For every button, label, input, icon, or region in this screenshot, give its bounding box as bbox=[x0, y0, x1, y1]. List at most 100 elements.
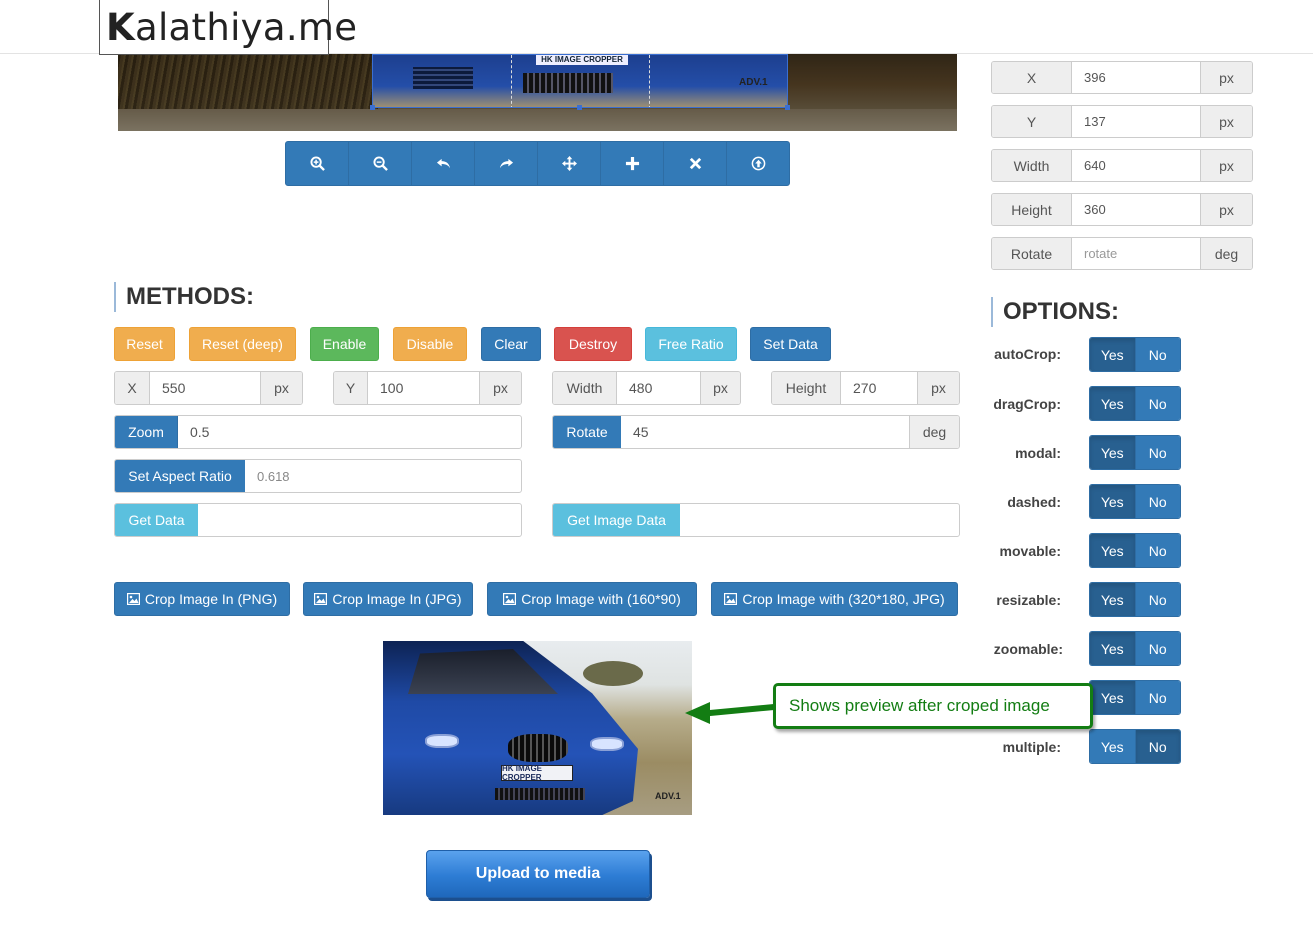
set-height-field[interactable]: 270 bbox=[841, 372, 917, 404]
reset-deep-button[interactable]: Reset (deep) bbox=[189, 327, 296, 361]
destroy-button[interactable]: Destroy bbox=[554, 327, 632, 361]
upload-button[interactable] bbox=[727, 142, 789, 185]
zoom-out-button[interactable] bbox=[349, 142, 412, 185]
options-heading: OPTIONS: bbox=[991, 297, 1119, 327]
movable-no[interactable]: No bbox=[1135, 534, 1180, 567]
plus-icon bbox=[625, 156, 639, 171]
hidden-option-yes[interactable]: Yes bbox=[1090, 681, 1136, 714]
crop-handle-s[interactable] bbox=[577, 105, 582, 110]
option-label-zoomable: zoomable: bbox=[993, 641, 1063, 657]
dragcrop-yes[interactable]: Yes bbox=[1090, 387, 1136, 420]
crop-handle-se[interactable] bbox=[785, 105, 790, 110]
data-x-label: X bbox=[992, 62, 1072, 93]
hidden-option-no[interactable]: No bbox=[1135, 681, 1180, 714]
crop-guide-line bbox=[511, 55, 512, 107]
toggle-movable: Yes No bbox=[1089, 533, 1181, 568]
resizable-yes[interactable]: Yes bbox=[1090, 583, 1136, 616]
data-width-unit: px bbox=[1200, 150, 1252, 181]
enable-button[interactable]: Enable bbox=[310, 327, 379, 361]
image-icon bbox=[126, 593, 140, 605]
get-image-data-button[interactable]: Get Image Data bbox=[553, 504, 680, 536]
crop-160-button[interactable]: Crop Image with (160*90) bbox=[487, 582, 697, 616]
resizable-no[interactable]: No bbox=[1135, 583, 1180, 616]
move-button[interactable] bbox=[538, 142, 601, 185]
crop-png-button[interactable]: Crop Image In (PNG) bbox=[114, 582, 290, 616]
get-data-button[interactable]: Get Data bbox=[115, 504, 198, 536]
set-aspect-ratio-button[interactable]: Set Aspect Ratio bbox=[115, 460, 245, 492]
site-logo[interactable]: Kalathiya.me bbox=[99, 0, 357, 55]
zoomable-no[interactable]: No bbox=[1135, 632, 1180, 665]
crop-handle-sw[interactable] bbox=[370, 105, 375, 110]
option-label-autocrop: autoCrop: bbox=[994, 346, 1061, 362]
set-y-group: Y 100 px bbox=[333, 371, 522, 405]
car-grille bbox=[523, 73, 613, 93]
zoomable-yes[interactable]: Yes bbox=[1090, 632, 1136, 665]
multiple-no[interactable]: No bbox=[1135, 730, 1180, 763]
preview-headlight bbox=[425, 734, 459, 748]
data-rotate-group: Rotate rotate deg bbox=[991, 237, 1253, 270]
clear-method-button[interactable]: Clear bbox=[481, 327, 541, 361]
option-label-movable: movable: bbox=[999, 543, 1061, 559]
modal-yes[interactable]: Yes bbox=[1090, 436, 1136, 469]
set-data-button[interactable]: Set Data bbox=[750, 327, 831, 361]
toggle-multiple: Yes No bbox=[1089, 729, 1181, 764]
crop-plus-button[interactable] bbox=[601, 142, 664, 185]
dragcrop-no[interactable]: No bbox=[1135, 387, 1180, 420]
data-y-group: Y 137 px bbox=[991, 105, 1253, 138]
cropper-canvas[interactable]: HK IMAGE CROPPER ADV.1 bbox=[118, 54, 957, 131]
crop-box[interactable]: HK IMAGE CROPPER ADV.1 bbox=[372, 54, 788, 108]
data-width-field[interactable]: 640 bbox=[1072, 150, 1200, 181]
zoom-button[interactable]: Zoom bbox=[115, 416, 178, 448]
data-y-label: Y bbox=[992, 106, 1072, 137]
set-width-field[interactable]: 480 bbox=[617, 372, 700, 404]
crop-320-button[interactable]: Crop Image with (320*180, JPG) bbox=[711, 582, 958, 616]
disable-button[interactable]: Disable bbox=[393, 327, 467, 361]
free-ratio-button[interactable]: Free Ratio bbox=[645, 327, 737, 361]
zoom-group: Zoom 0.5 bbox=[114, 415, 522, 449]
toggle-dashed: Yes No bbox=[1089, 484, 1181, 519]
move-icon bbox=[561, 156, 577, 171]
multiple-yes[interactable]: Yes bbox=[1090, 730, 1136, 763]
aspect-ratio-field[interactable]: 0.618 bbox=[245, 460, 521, 492]
clear-button[interactable] bbox=[664, 142, 727, 185]
get-image-data-field[interactable] bbox=[680, 504, 959, 536]
data-x-unit: px bbox=[1200, 62, 1252, 93]
rotate-right-icon bbox=[499, 158, 513, 169]
rotate-button[interactable]: Rotate bbox=[553, 416, 621, 448]
data-height-field[interactable]: 360 bbox=[1072, 194, 1200, 225]
zoom-field[interactable]: 0.5 bbox=[178, 416, 521, 448]
set-x-unit: px bbox=[260, 372, 302, 404]
data-x-field[interactable]: 396 bbox=[1072, 62, 1200, 93]
autocrop-no[interactable]: No bbox=[1135, 338, 1180, 371]
get-data-field[interactable] bbox=[198, 504, 521, 536]
set-width-label: Width bbox=[553, 372, 617, 404]
rotate-left-button[interactable] bbox=[412, 142, 475, 185]
crop-320-label: Crop Image with (320*180, JPG) bbox=[742, 591, 945, 607]
modal-no[interactable]: No bbox=[1135, 436, 1180, 469]
dashed-yes[interactable]: Yes bbox=[1090, 485, 1136, 518]
zoom-in-button[interactable] bbox=[286, 142, 349, 185]
preview-logo: ADV.1 bbox=[655, 791, 681, 801]
data-y-field[interactable]: 137 bbox=[1072, 106, 1200, 137]
aspect-ratio-group: Set Aspect Ratio 0.618 bbox=[114, 459, 522, 493]
car-logo: ADV.1 bbox=[739, 77, 768, 88]
upload-to-media-button[interactable]: Upload to media bbox=[426, 850, 650, 898]
toggle-autocrop: Yes No bbox=[1089, 337, 1181, 372]
movable-yes[interactable]: Yes bbox=[1090, 534, 1136, 567]
data-rotate-field[interactable]: rotate bbox=[1072, 238, 1200, 269]
crop-jpg-button[interactable]: Crop Image In (JPG) bbox=[303, 582, 473, 616]
rotate-right-button[interactable] bbox=[475, 142, 538, 185]
set-width-unit: px bbox=[700, 372, 740, 404]
dashed-no[interactable]: No bbox=[1135, 485, 1180, 518]
image-icon bbox=[724, 593, 738, 605]
autocrop-yes[interactable]: Yes bbox=[1090, 338, 1136, 371]
set-y-field[interactable]: 100 bbox=[368, 372, 479, 404]
crop-guide-line bbox=[649, 55, 650, 107]
rotate-field[interactable]: 45 bbox=[621, 416, 909, 448]
reset-button[interactable]: Reset bbox=[114, 327, 175, 361]
crop-preview-image: HK IMAGE CROPPER ADV.1 bbox=[383, 641, 692, 815]
preview-lower-grille bbox=[495, 788, 585, 800]
zoom-out-icon bbox=[372, 156, 388, 171]
data-width-label: Width bbox=[992, 150, 1072, 181]
set-x-field[interactable]: 550 bbox=[150, 372, 260, 404]
